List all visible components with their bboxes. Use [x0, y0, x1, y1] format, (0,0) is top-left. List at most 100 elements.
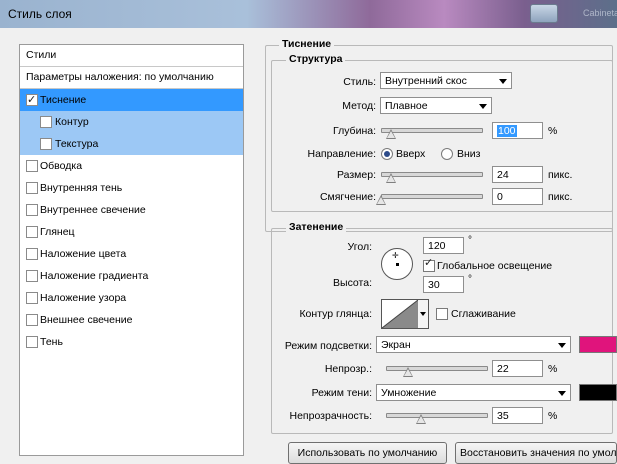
minimize-button[interactable]	[530, 4, 558, 23]
style-item[interactable]: Внутреннее свечение	[20, 199, 243, 221]
shadow-mode-select[interactable]: Умножение	[376, 384, 571, 401]
highlight-color-swatch[interactable]	[579, 336, 617, 353]
size-slider-track[interactable]	[381, 172, 483, 177]
highlight-opacity-thumb[interactable]	[403, 367, 413, 377]
style-checkbox[interactable]	[26, 292, 38, 304]
style-item[interactable]: Внешнее свечение	[20, 309, 243, 331]
style-checkbox[interactable]	[26, 182, 38, 194]
style-items: Тиснение Контур Текстура Обводка Внутренняя …	[20, 89, 243, 353]
size-slider-thumb[interactable]	[386, 173, 396, 183]
style-item[interactable]: Наложение цвета	[20, 243, 243, 265]
shadow-mode-value: Умножение	[381, 387, 437, 399]
style-checkbox[interactable]	[26, 226, 38, 238]
direction-up-radio[interactable]	[381, 148, 393, 160]
style-item-label: Контур	[55, 116, 89, 128]
style-item[interactable]: Наложение узора	[20, 287, 243, 309]
direction-up-label: Вверх	[396, 148, 426, 160]
style-item-label: Тень	[40, 336, 63, 348]
style-checkbox[interactable]	[26, 204, 38, 216]
size-input-value: 24	[497, 169, 509, 181]
light-direction-dot	[396, 263, 399, 266]
layer-style-dialog: Стили Параметры наложения: по умолчанию …	[0, 28, 617, 464]
gloss-contour-preview[interactable]	[381, 299, 419, 329]
shadow-opacity-label: Непрозрачность:	[289, 410, 373, 422]
soften-input-value: 0	[497, 191, 503, 203]
depth-slider-track[interactable]	[381, 128, 483, 133]
altitude-input[interactable]: 30	[423, 276, 464, 293]
style-item[interactable]: Обводка	[20, 155, 243, 177]
shadow-opacity-input[interactable]: 35	[492, 407, 543, 424]
depth-input[interactable]: 100	[492, 122, 543, 139]
highlight-opacity-track[interactable]	[386, 366, 488, 371]
soften-label: Смягчение:	[319, 191, 376, 203]
soften-slider-track[interactable]	[381, 194, 483, 199]
shadow-opacity-value: 35	[497, 410, 509, 422]
angle-dial[interactable]: ✛	[381, 248, 413, 280]
styles-header[interactable]: Стили	[20, 45, 243, 67]
style-item[interactable]: Контур	[20, 111, 243, 133]
style-checkbox[interactable]	[26, 248, 38, 260]
soften-slider-thumb[interactable]	[376, 195, 386, 205]
style-item[interactable]: Внутренняя тень	[20, 177, 243, 199]
style-item[interactable]: Глянец	[20, 221, 243, 243]
make-default-button[interactable]: Использовать по умолчанию	[288, 442, 447, 464]
highlight-mode-value: Экран	[381, 339, 411, 351]
method-select[interactable]: Плавное	[380, 97, 492, 114]
style-item[interactable]: Тиснение	[20, 89, 243, 111]
global-light-checkbox[interactable]	[423, 256, 435, 272]
blending-options-item[interactable]: Параметры наложения: по умолчанию	[20, 67, 243, 89]
highlight-opacity-input[interactable]: 22	[492, 360, 543, 377]
style-item-label: Обводка	[40, 160, 83, 172]
style-checkbox[interactable]	[40, 138, 52, 150]
gloss-contour-dropdown[interactable]	[418, 299, 429, 329]
style-item-label: Наложение цвета	[40, 248, 127, 260]
depth-unit: %	[548, 125, 558, 137]
altitude-degree: °	[468, 274, 472, 285]
altitude-input-value: 30	[428, 279, 440, 291]
depth-slider-thumb[interactable]	[386, 129, 396, 139]
size-input[interactable]: 24	[492, 166, 543, 183]
style-select-value: Внутренний скос	[385, 75, 467, 87]
angle-degree: °	[468, 235, 472, 246]
highlight-mode-label: Режим подсветки:	[284, 340, 372, 352]
style-item-label: Внешнее свечение	[40, 314, 133, 326]
style-item[interactable]: Текстура	[20, 133, 243, 155]
style-label: Стиль:	[343, 76, 376, 88]
shadow-mode-label: Режим тени:	[311, 387, 372, 399]
soften-input[interactable]: 0	[492, 188, 543, 205]
shadow-opacity-thumb[interactable]	[416, 414, 426, 424]
shadow-opacity-track[interactable]	[386, 413, 488, 418]
gloss-contour-curve-icon	[382, 300, 418, 328]
shading-group	[271, 228, 613, 434]
style-checkbox[interactable]	[26, 89, 38, 111]
style-item-label: Внутреннее свечение	[40, 204, 146, 216]
antialias-label: Сглаживание	[451, 308, 516, 320]
antialias-checkbox[interactable]	[436, 308, 448, 320]
shading-title: Затенение	[286, 221, 347, 233]
crosshair-icon: ✛	[392, 251, 399, 260]
style-item-label: Внутренняя тень	[40, 182, 123, 194]
style-item-label: Тиснение	[40, 94, 87, 106]
chevron-down-icon	[558, 391, 566, 396]
angle-input[interactable]: 120	[423, 237, 464, 254]
style-checkbox[interactable]	[26, 314, 38, 326]
styles-list: Стили Параметры наложения: по умолчанию …	[19, 44, 244, 456]
style-item[interactable]: Наложение градиента	[20, 265, 243, 287]
style-checkbox[interactable]	[26, 160, 38, 172]
style-select[interactable]: Внутренний скос	[380, 72, 512, 89]
direction-down-label: Вниз	[457, 148, 481, 160]
style-checkbox[interactable]	[40, 116, 52, 128]
style-checkbox[interactable]	[26, 336, 38, 348]
style-item-label: Текстура	[55, 138, 99, 150]
settings-panel: Тиснение Структура Стиль: Внутренний ско…	[259, 28, 617, 464]
style-item[interactable]: Тень	[20, 331, 243, 353]
shadow-color-swatch[interactable]	[579, 384, 617, 401]
highlight-mode-select[interactable]: Экран	[376, 336, 571, 353]
reset-default-button[interactable]: Восстановить значения по умолчанию	[455, 442, 617, 464]
angle-input-value: 120	[428, 240, 446, 252]
method-select-value: Плавное	[385, 100, 428, 112]
style-checkbox[interactable]	[26, 270, 38, 282]
direction-down-radio[interactable]	[441, 148, 453, 160]
shadow-opacity-unit: %	[548, 410, 558, 422]
style-item-label: Глянец	[40, 226, 75, 238]
